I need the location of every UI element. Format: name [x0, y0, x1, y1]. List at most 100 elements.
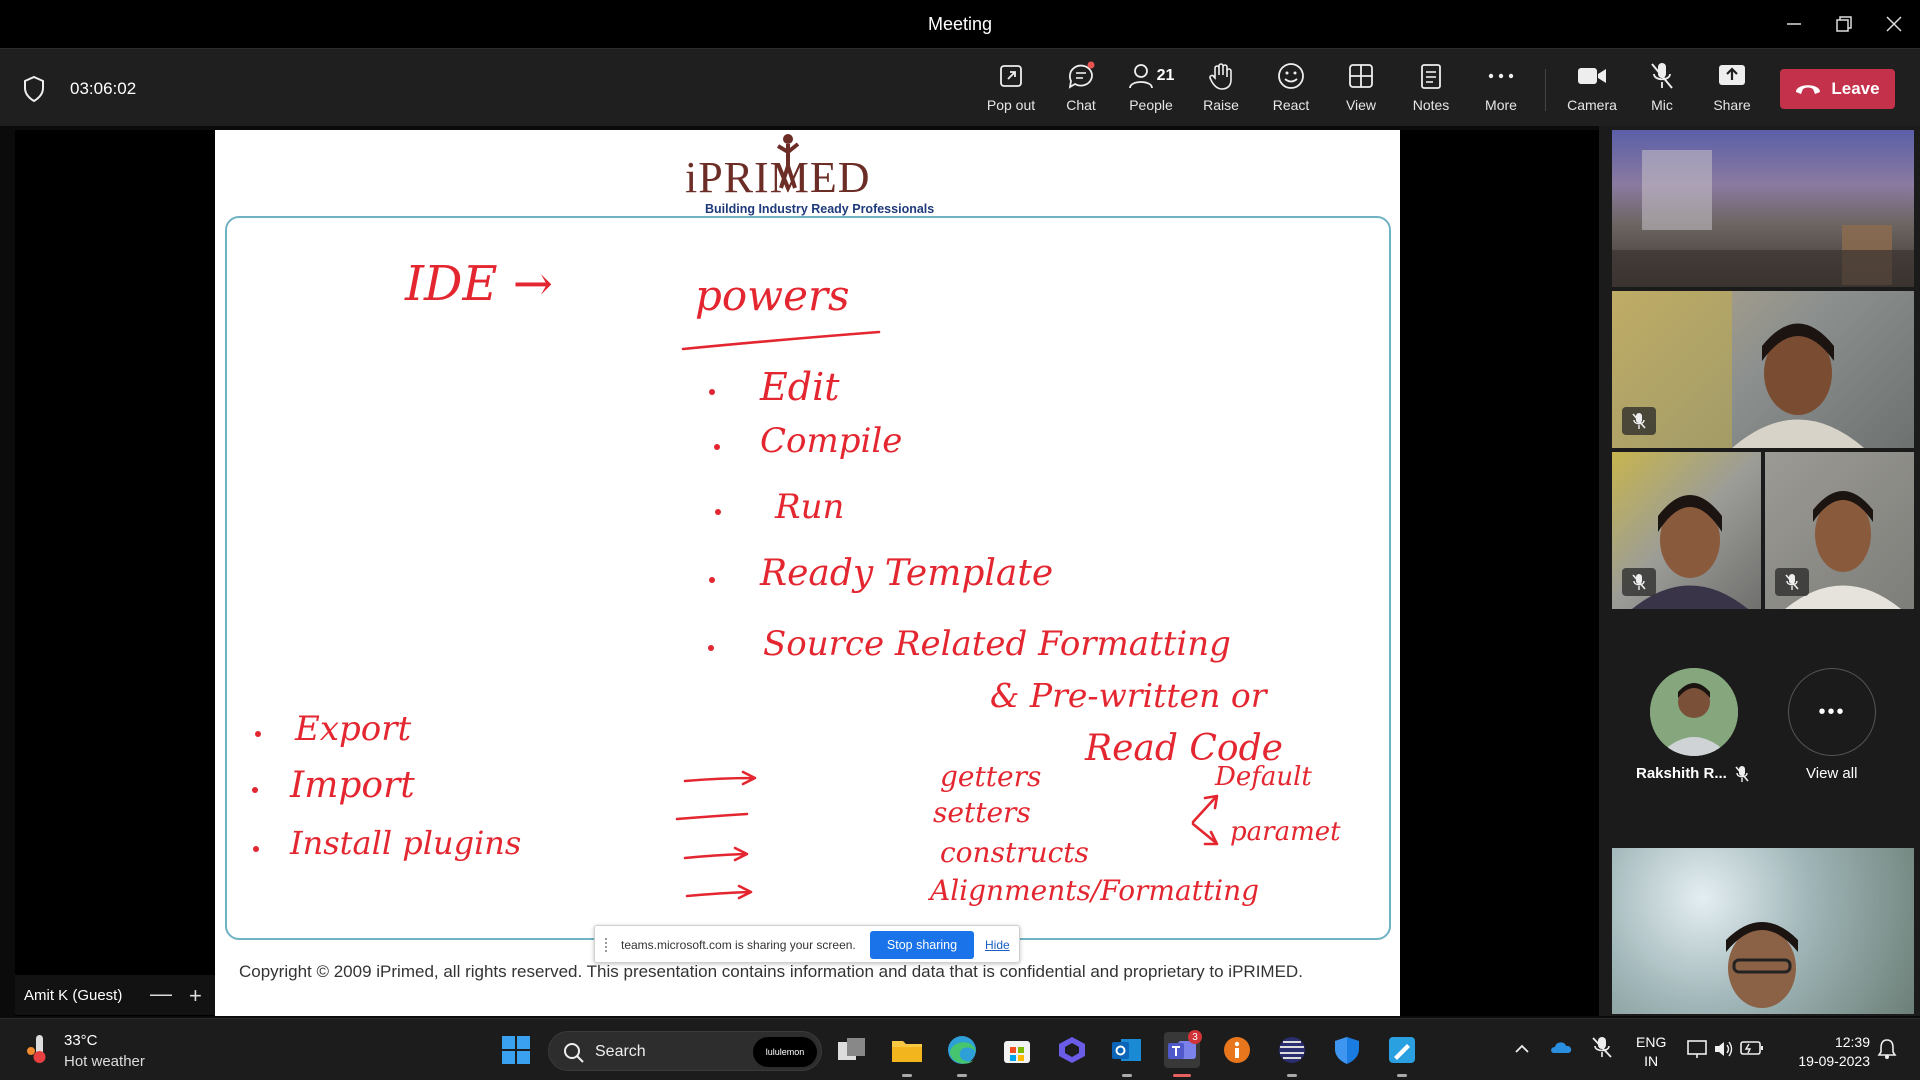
weather-temperature: 33°C: [64, 1032, 98, 1049]
leave-label: Leave: [1831, 79, 1880, 98]
raise-hand-button[interactable]: Raise: [1187, 59, 1255, 119]
camera-button[interactable]: Camera: [1558, 59, 1626, 119]
store-app[interactable]: [999, 1032, 1035, 1068]
vpn-app[interactable]: [1274, 1032, 1310, 1077]
bullet-dot: [714, 444, 720, 450]
globe-icon: [1279, 1037, 1305, 1063]
zoom-in-button[interactable]: +: [189, 983, 202, 1009]
taskbar: 33°C Hot weather Search lululemon 3 ENG I…: [0, 1018, 1920, 1080]
language-indicator[interactable]: ENG IN: [1636, 1033, 1666, 1071]
leave-button[interactable]: Leave: [1780, 69, 1895, 109]
network-icon[interactable]: [1686, 1039, 1708, 1059]
chat-button[interactable]: Chat: [1047, 59, 1115, 119]
mic-muted-badge: [1622, 407, 1656, 435]
clock[interactable]: 12:39 19-09-2023: [1782, 1033, 1870, 1071]
raise-label: Raise: [1203, 97, 1239, 113]
defender-app[interactable]: [1329, 1032, 1365, 1068]
participant-video-tile[interactable]: [1612, 130, 1914, 287]
participant-video-tile[interactable]: [1612, 848, 1914, 1014]
window-title: Meeting: [927, 14, 993, 34]
outlook-app[interactable]: [1109, 1032, 1145, 1077]
battery-icon[interactable]: [1740, 1040, 1764, 1056]
clock-time: 12:39: [1834, 1034, 1870, 1050]
running-indicator: [1397, 1074, 1407, 1077]
react-button[interactable]: React: [1257, 59, 1325, 119]
view-all-button[interactable]: •••: [1788, 668, 1876, 756]
meeting-timer: 03:06:02: [70, 79, 137, 98]
mic-label: Mic: [1651, 97, 1673, 113]
folder-icon: [892, 1041, 922, 1062]
people-count: 21: [1156, 67, 1175, 84]
running-indicator: [957, 1074, 967, 1077]
search-icon: [564, 1043, 584, 1063]
hide-sharing-bar-link[interactable]: Hide: [985, 938, 1010, 952]
mic-muted-icon: [1785, 574, 1799, 590]
stop-sharing-button[interactable]: Stop sharing: [870, 931, 974, 959]
file-explorer-app[interactable]: [889, 1032, 925, 1077]
item-source-related: Source Related Formatting: [763, 624, 1231, 664]
arrow-item-alignments: Alignments/Formatting: [927, 874, 1259, 907]
restore-button[interactable]: [1824, 8, 1864, 40]
start-button[interactable]: [498, 1032, 534, 1068]
minimize-button[interactable]: [1774, 8, 1814, 40]
more-button[interactable]: More: [1467, 59, 1535, 119]
mic-muted-icon: [1632, 574, 1646, 590]
left-item-install-plugins: Install plugins: [289, 824, 521, 862]
chat-unread-dot: [1087, 61, 1095, 69]
notifications-icon[interactable]: [1876, 1038, 1898, 1060]
smiley-icon: [1278, 63, 1304, 89]
whiteboard-app[interactable]: [1384, 1032, 1420, 1077]
language-code: ENG: [1636, 1034, 1667, 1050]
mic-muted-icon: [1735, 766, 1749, 782]
mic-muted-badge: [1622, 568, 1656, 596]
ide-heading: IDE →: [404, 256, 553, 312]
mic-muted-icon[interactable]: [1591, 1035, 1613, 1059]
region-code: IN: [1644, 1053, 1659, 1069]
teams-notification-badge: 3: [1188, 1030, 1202, 1044]
view-button[interactable]: View: [1327, 59, 1395, 119]
restore-icon: [1836, 16, 1852, 32]
security-shield-icon: [1335, 1037, 1359, 1064]
sharing-message: teams.microsoft.com is sharing your scre…: [621, 938, 856, 952]
windows-icon: [502, 1036, 530, 1064]
more-label: More: [1485, 97, 1517, 113]
task-view-app[interactable]: [834, 1032, 870, 1068]
info-app[interactable]: [1219, 1032, 1255, 1068]
taskbar-search[interactable]: Search lululemon: [548, 1031, 822, 1071]
arrow-stroke-3: [683, 846, 749, 862]
avatar[interactable]: [1650, 668, 1738, 756]
onedrive-icon[interactable]: [1550, 1039, 1574, 1055]
mic-button[interactable]: Mic: [1628, 59, 1696, 119]
participant-video-tile[interactable]: [1612, 291, 1914, 448]
close-icon: [1886, 16, 1902, 32]
share-button[interactable]: Share: [1698, 59, 1766, 119]
item-prewritten: & Pre-written or: [990, 676, 1269, 715]
participant-video-tile[interactable]: [1765, 452, 1914, 609]
bullet-dot: [715, 509, 721, 515]
presenter-name-tag: Amit K (Guest) — +: [15, 975, 215, 1015]
bullet-dot: [708, 645, 714, 651]
share-screen-icon: [1719, 65, 1745, 85]
teams-app[interactable]: 3: [1164, 1030, 1202, 1077]
chevron-up-icon[interactable]: [1514, 1044, 1530, 1054]
people-button[interactable]: 21 People: [1117, 59, 1185, 119]
pop-out-button[interactable]: Pop out: [977, 59, 1045, 119]
arrow-stroke-1: [683, 770, 757, 786]
close-window-button[interactable]: [1874, 8, 1914, 40]
chat-icon: [1068, 61, 1095, 89]
people-icon: [1128, 64, 1153, 89]
drag-handle-icon[interactable]: [605, 938, 611, 952]
pop-out-icon: [1000, 65, 1022, 87]
volume-icon[interactable]: [1713, 1039, 1735, 1059]
bullet-dot: [255, 731, 261, 737]
shield-icon[interactable]: [22, 75, 46, 103]
bullet-dot: [252, 787, 258, 793]
zoom-out-button[interactable]: —: [150, 981, 172, 1007]
copilot-app[interactable]: [1054, 1032, 1090, 1068]
participant-video-tile[interactable]: [1612, 452, 1761, 609]
notes-button[interactable]: Notes: [1397, 59, 1465, 119]
edge-app[interactable]: [944, 1032, 980, 1077]
meeting-toolbar: 03:06:02 Pop out Chat 21 People Raise Re…: [0, 48, 1920, 126]
thermometer-icon: [27, 1035, 46, 1063]
title-bar: Meeting: [0, 0, 1920, 48]
